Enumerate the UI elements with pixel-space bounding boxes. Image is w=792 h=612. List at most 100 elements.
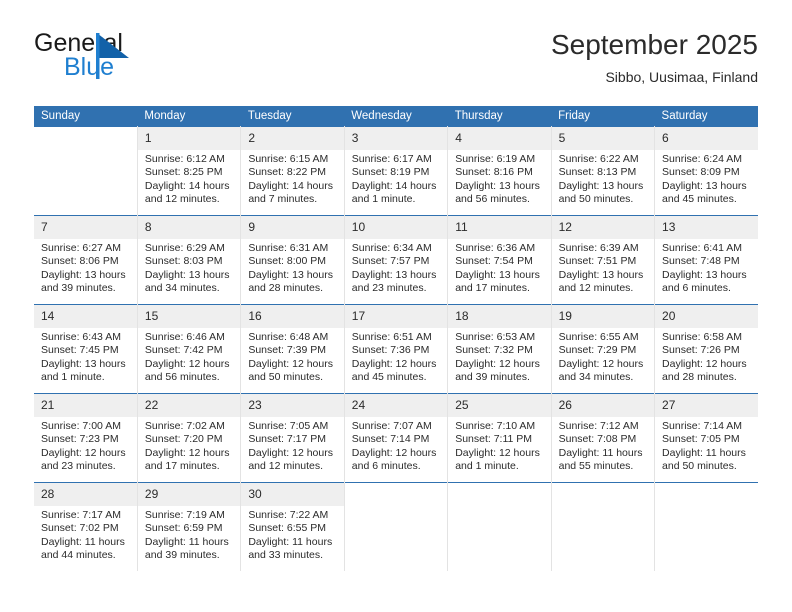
day-sun-info: Sunrise: 6:22 AM Sunset: 8:13 PM Daylight:…	[552, 150, 654, 207]
calendar-day-cell[interactable]: 27 Sunrise: 7:14 AM Sunset: 7:05 PM Dayligh…	[654, 393, 758, 483]
sunset-text: Sunset: 8:16 PM	[455, 166, 533, 179]
sunrise-text: Sunrise: 6:34 AM	[351, 242, 432, 254]
sunset-text: Sunset: 7:26 PM	[662, 344, 740, 357]
calendar-day-cell[interactable]: 23 Sunrise: 7:05 AM Sunset: 7:17 PM Dayligh…	[240, 393, 345, 483]
sunset-text: Sunset: 7:51 PM	[558, 255, 637, 268]
calendar-day-cell[interactable]: 28 Sunrise: 7:17 AM Sunset: 7:02 PM Dayligh…	[34, 482, 138, 571]
sunrise-text: Sunrise: 7:14 AM	[662, 420, 742, 432]
calendar-day-cell[interactable]: 8 Sunrise: 6:29 AM Sunset: 8:03 PM Daylight…	[137, 215, 242, 305]
calendar-day-cell[interactable]: 7 Sunrise: 6:27 AM Sunset: 8:06 PM Daylight…	[34, 215, 138, 305]
calendar-day-cell[interactable]: 20 Sunrise: 6:58 AM Sunset: 7:26 PM Dayligh…	[654, 304, 758, 394]
daylight-text: Daylight: 13 hours and 1 minute.	[41, 357, 126, 384]
day-number	[448, 483, 551, 506]
sunrise-text: Sunrise: 7:02 AM	[144, 420, 225, 432]
sunset-text: Sunset: 8:13 PM	[558, 166, 637, 179]
daylight-text: Daylight: 14 hours and 12 minutes.	[144, 179, 230, 206]
sunrise-text: Sunrise: 7:17 AM	[41, 509, 121, 521]
calendar-day-cell[interactable]: 10 Sunrise: 6:34 AM Sunset: 7:57 PM Dayligh…	[344, 215, 449, 305]
daylight-text: Daylight: 14 hours and 7 minutes.	[248, 179, 333, 206]
calendar-day-cell[interactable]: 13 Sunrise: 6:41 AM Sunset: 7:48 PM Dayligh…	[654, 215, 758, 305]
day-sun-info: Sunrise: 7:19 AM Sunset: 6:59 PM Daylight:…	[138, 506, 240, 563]
day-number: 18	[448, 305, 551, 328]
day-number: 28	[34, 483, 137, 506]
page-header: General Blue September 2025 Sibbo, Uusim…	[34, 28, 758, 92]
sunrise-text: Sunrise: 6:22 AM	[558, 153, 639, 165]
daylight-text: Daylight: 13 hours and 6 minutes.	[662, 268, 747, 295]
sunrise-text: Sunrise: 7:05 AM	[248, 420, 329, 432]
day-number: 30	[241, 483, 344, 506]
sunset-text: Sunset: 7:54 PM	[455, 255, 533, 268]
calendar-day-cell[interactable]: 4 Sunrise: 6:19 AM Sunset: 8:16 PM Daylight…	[447, 126, 552, 216]
daylight-text: Daylight: 12 hours and 12 minutes.	[248, 446, 333, 473]
calendar-day-cell[interactable]: 30 Sunrise: 7:22 AM Sunset: 6:55 PM Dayligh…	[240, 482, 345, 571]
sunset-text: Sunset: 8:25 PM	[144, 166, 223, 179]
day-sun-info: Sunrise: 6:58 AM Sunset: 7:26 PM Daylight:…	[655, 328, 758, 385]
calendar-empty-cell	[34, 126, 138, 216]
day-sun-info: Sunrise: 6:39 AM Sunset: 7:51 PM Daylight:…	[552, 239, 654, 296]
calendar-day-cell[interactable]: 3 Sunrise: 6:17 AM Sunset: 8:19 PM Daylight…	[344, 126, 449, 216]
daylight-text: Daylight: 12 hours and 45 minutes.	[351, 357, 437, 384]
calendar-day-cell[interactable]: 6 Sunrise: 6:24 AM Sunset: 8:09 PM Daylight…	[654, 126, 758, 216]
calendar-day-cell[interactable]: 29 Sunrise: 7:19 AM Sunset: 6:59 PM Dayligh…	[137, 482, 242, 571]
sunset-text: Sunset: 7:39 PM	[248, 344, 326, 357]
day-sun-info: Sunrise: 7:12 AM Sunset: 7:08 PM Daylight:…	[552, 417, 654, 474]
sunrise-text: Sunrise: 6:39 AM	[558, 242, 639, 254]
day-number: 4	[448, 127, 551, 150]
daylight-text: Daylight: 11 hours and 39 minutes.	[144, 535, 229, 562]
day-number: 5	[551, 127, 655, 150]
day-number: 27	[655, 394, 758, 417]
sunrise-text: Sunrise: 6:27 AM	[41, 242, 121, 254]
calendar-day-cell[interactable]: 21 Sunrise: 7:00 AM Sunset: 7:23 PM Dayligh…	[34, 393, 138, 483]
day-sun-info: Sunrise: 7:22 AM Sunset: 6:55 PM Daylight:…	[241, 506, 343, 563]
day-number: 29	[137, 483, 241, 506]
sunset-text: Sunset: 8:06 PM	[41, 255, 119, 268]
day-sun-info: Sunrise: 6:34 AM Sunset: 7:57 PM Daylight:…	[345, 239, 447, 296]
calendar-day-cell[interactable]: 26 Sunrise: 7:12 AM Sunset: 7:08 PM Dayligh…	[551, 393, 656, 483]
calendar-day-cell[interactable]: 24 Sunrise: 7:07 AM Sunset: 7:14 PM Dayligh…	[344, 393, 449, 483]
sunrise-text: Sunrise: 6:19 AM	[455, 153, 536, 165]
calendar-day-cell[interactable]: 17 Sunrise: 6:51 AM Sunset: 7:36 PM Dayligh…	[344, 304, 449, 394]
day-number	[655, 483, 758, 506]
daylight-text: Daylight: 13 hours and 23 minutes.	[351, 268, 437, 295]
calendar-day-cell[interactable]: 2 Sunrise: 6:15 AM Sunset: 8:22 PM Daylight…	[240, 126, 345, 216]
calendar-day-cell[interactable]: 18 Sunrise: 6:53 AM Sunset: 7:32 PM Dayligh…	[447, 304, 552, 394]
sunset-text: Sunset: 7:05 PM	[662, 433, 740, 446]
daylight-text: Daylight: 13 hours and 50 minutes.	[558, 179, 644, 206]
daylight-text: Daylight: 12 hours and 34 minutes.	[558, 357, 644, 384]
weekday-header-friday: Friday	[551, 106, 655, 127]
calendar-day-cell[interactable]: 22 Sunrise: 7:02 AM Sunset: 7:20 PM Dayligh…	[137, 393, 242, 483]
sunrise-text: Sunrise: 6:53 AM	[455, 331, 536, 343]
calendar-day-cell[interactable]: 15 Sunrise: 6:46 AM Sunset: 7:42 PM Dayligh…	[137, 304, 242, 394]
sunset-text: Sunset: 6:59 PM	[144, 522, 223, 535]
calendar-day-cell[interactable]: 5 Sunrise: 6:22 AM Sunset: 8:13 PM Daylight…	[551, 126, 656, 216]
day-sun-info: Sunrise: 6:29 AM Sunset: 8:03 PM Daylight:…	[138, 239, 240, 296]
daylight-text: Daylight: 12 hours and 1 minute.	[455, 446, 540, 473]
daylight-text: Daylight: 13 hours and 45 minutes.	[662, 179, 747, 206]
weekday-header-saturday: Saturday	[654, 106, 758, 127]
sunrise-text: Sunrise: 7:22 AM	[248, 509, 329, 521]
calendar-day-cell[interactable]: 25 Sunrise: 7:10 AM Sunset: 7:11 PM Dayligh…	[447, 393, 552, 483]
calendar-day-cell[interactable]: 19 Sunrise: 6:55 AM Sunset: 7:29 PM Dayligh…	[551, 304, 656, 394]
sunset-text: Sunset: 7:29 PM	[558, 344, 637, 357]
day-number: 3	[344, 127, 448, 150]
calendar-day-cell[interactable]: 1 Sunrise: 6:12 AM Sunset: 8:25 PM Daylight…	[137, 126, 242, 216]
calendar-day-cell[interactable]: 14 Sunrise: 6:43 AM Sunset: 7:45 PM Dayligh…	[34, 304, 138, 394]
day-number: 11	[448, 216, 551, 239]
day-sun-info: Sunrise: 6:12 AM Sunset: 8:25 PM Daylight:…	[138, 150, 240, 207]
sunset-text: Sunset: 7:14 PM	[351, 433, 430, 446]
calendar-day-cell[interactable]: 11 Sunrise: 6:36 AM Sunset: 7:54 PM Dayligh…	[447, 215, 552, 305]
calendar-day-cell[interactable]: 12 Sunrise: 6:39 AM Sunset: 7:51 PM Dayligh…	[551, 215, 656, 305]
calendar-week-row: 14 Sunrise: 6:43 AM Sunset: 7:45 PM Dayligh…	[34, 304, 758, 394]
day-number	[34, 127, 137, 150]
weekday-header-sunday: Sunday	[34, 106, 138, 127]
day-sun-info: Sunrise: 6:36 AM Sunset: 7:54 PM Daylight:…	[448, 239, 550, 296]
sunset-text: Sunset: 7:36 PM	[351, 344, 430, 357]
day-number: 6	[655, 127, 758, 150]
calendar-day-cell[interactable]: 9 Sunrise: 6:31 AM Sunset: 8:00 PM Daylight…	[240, 215, 345, 305]
calendar-day-cell[interactable]: 16 Sunrise: 6:48 AM Sunset: 7:39 PM Dayligh…	[240, 304, 345, 394]
sunset-text: Sunset: 8:03 PM	[144, 255, 223, 268]
sunrise-text: Sunrise: 6:41 AM	[662, 242, 742, 254]
day-sun-info: Sunrise: 6:19 AM Sunset: 8:16 PM Daylight:…	[448, 150, 550, 207]
daylight-text: Daylight: 12 hours and 50 minutes.	[248, 357, 333, 384]
calendar-table: Sunday Monday Tuesday Wednesday Thursday…	[34, 106, 758, 571]
